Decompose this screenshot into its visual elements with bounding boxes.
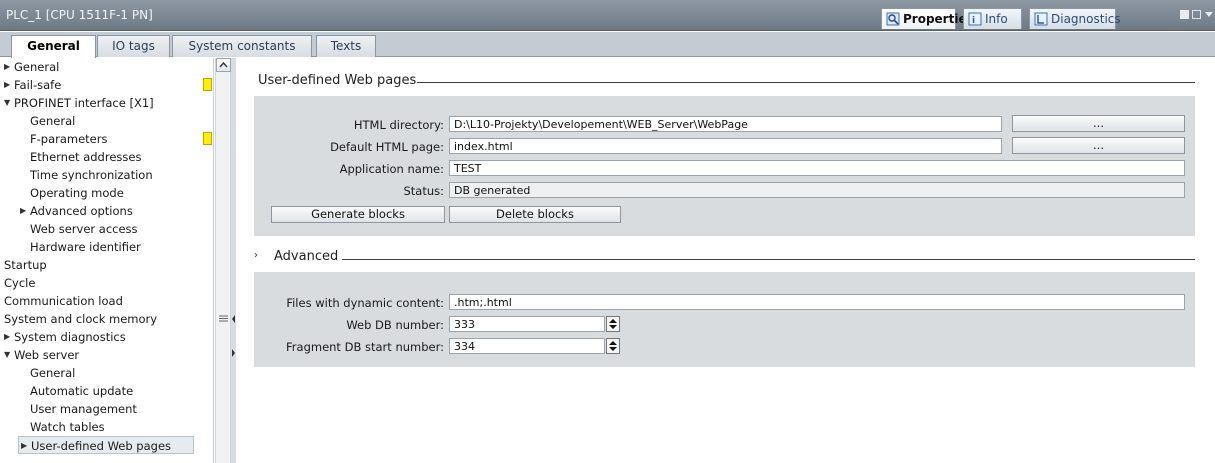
application-name-label: Application name:	[339, 162, 444, 176]
subtab-io-tags[interactable]: IO tags	[97, 35, 170, 57]
window-title: PLC_1 [CPU 1511F-1 PN]	[6, 8, 153, 22]
nav-item-watch-tables[interactable]: Watch tables	[30, 418, 105, 436]
fragment-db-start-input[interactable]	[449, 338, 605, 354]
web-db-number-label: Web DB number:	[346, 318, 444, 332]
nav-item-time-synchronization[interactable]: Time synchronization	[30, 166, 153, 184]
collapse-arrow-icon: ▼	[4, 350, 11, 359]
tab-diagnostics[interactable]: Diagnostics	[1029, 8, 1121, 29]
properties-content: User-defined Web pages HTML directory: .…	[237, 58, 1215, 463]
application-name-input[interactable]	[449, 160, 1185, 176]
window-titlebar: PLC_1 [CPU 1511F-1 PN] Properties i Info…	[0, 0, 1215, 31]
collapse-left-icon[interactable]	[231, 314, 236, 324]
svg-text:i: i	[972, 16, 975, 26]
expand-right-icon[interactable]	[231, 348, 236, 358]
fragment-db-start-label: Fragment DB start number:	[286, 340, 444, 354]
stepper-arrows-icon	[609, 341, 617, 351]
nav-item-web-server-access[interactable]: Web server access	[30, 220, 138, 238]
advanced-expand-icon[interactable]: ›	[254, 250, 258, 261]
nav-item-communication-load[interactable]: Communication load	[4, 292, 123, 310]
expand-arrow-icon: ▶	[20, 206, 27, 215]
status-label: Status:	[403, 184, 444, 198]
subtab-strip: General IO tags System constants Texts	[0, 32, 1215, 58]
nav-item-label: System diagnostics	[14, 330, 126, 344]
section-title-advanced[interactable]: Advanced	[274, 249, 338, 264]
grip-icon[interactable]	[218, 314, 229, 323]
generate-blocks-button[interactable]: Generate blocks	[271, 206, 445, 223]
expand-arrow-icon: ▶	[4, 80, 11, 89]
nav-item-ethernet-addresses[interactable]: Ethernet addresses	[30, 148, 141, 166]
expand-arrow-icon: ▶	[4, 332, 11, 341]
html-directory-label: HTML directory:	[353, 118, 444, 132]
nav-item-f-parameters[interactable]: F-parameters	[30, 130, 107, 148]
maximize-icon[interactable]	[1192, 10, 1202, 19]
tab-diagnostics-label: Diagnostics	[1051, 12, 1121, 26]
nav-item-label: PROFINET interface [X1]	[14, 96, 154, 110]
default-html-page-label: Default HTML page:	[330, 140, 444, 154]
nav-item-system-clock-memory[interactable]: System and clock memory	[4, 310, 157, 328]
info-icon: i	[968, 12, 982, 26]
expand-arrow-icon: ▶	[4, 62, 11, 71]
scroll-up-button[interactable]	[216, 58, 231, 72]
subtab-texts[interactable]: Texts	[316, 35, 376, 57]
nav-item-label: Web server	[14, 348, 80, 362]
nav-item-label: General	[14, 60, 60, 74]
nav-scrollbar[interactable]	[215, 58, 231, 463]
chevron-up-icon	[219, 61, 228, 68]
section-title-user-defined-web-pages: User-defined Web pages	[258, 73, 417, 88]
tab-info[interactable]: i Info	[963, 8, 1022, 29]
collapse-arrow-icon: ▼	[4, 98, 11, 107]
tab-properties[interactable]: Properties	[881, 8, 974, 29]
restore-icon[interactable]	[1180, 10, 1190, 19]
default-html-page-input[interactable]	[449, 138, 1002, 154]
web-db-number-stepper[interactable]	[606, 316, 620, 332]
expand-arrow-icon: ▶	[21, 441, 28, 450]
stepper-arrows-icon	[609, 319, 617, 329]
nav-item-label: Fail-safe	[14, 78, 62, 92]
default-html-page-browse-button[interactable]: ...	[1012, 137, 1185, 154]
nav-item-automatic-update[interactable]: Automatic update	[30, 382, 133, 400]
fragment-db-start-stepper[interactable]	[606, 338, 620, 354]
chevron-down-icon[interactable]	[1204, 10, 1214, 19]
nav-item-label: Advanced options	[30, 204, 133, 218]
nav-item-hardware-identifier[interactable]: Hardware identifier	[30, 238, 141, 256]
navigation-tree: ▶ General ▶ Fail-safe ▼ PROFINET interfa…	[0, 58, 214, 463]
web-db-number-input[interactable]	[449, 316, 605, 332]
nav-item-profinet-general[interactable]: General	[30, 112, 75, 130]
subtab-system-constants[interactable]: System constants	[172, 35, 312, 57]
nav-item-user-management[interactable]: User management	[30, 400, 137, 418]
tab-info-label: Info	[985, 12, 1008, 26]
dynamic-content-label: Files with dynamic content:	[286, 296, 444, 310]
advanced-panel: Files with dynamic content: Web DB numbe…	[254, 272, 1195, 367]
section-divider	[417, 82, 1195, 83]
section-divider	[342, 259, 1195, 260]
subtab-general[interactable]: General	[11, 35, 96, 58]
web-pages-panel: HTML directory: ... Default HTML page: .…	[254, 96, 1195, 236]
pane-splitter[interactable]	[231, 58, 236, 463]
warning-flag-icon	[203, 132, 212, 145]
html-directory-input[interactable]	[449, 116, 1002, 132]
nav-item-operating-mode[interactable]: Operating mode	[30, 184, 124, 202]
nav-item-webserver-general[interactable]: General	[30, 364, 75, 382]
nav-item-startup[interactable]: Startup	[4, 256, 47, 274]
properties-icon	[886, 12, 900, 26]
nav-item-label: User-defined Web pages	[31, 439, 172, 453]
nav-item-cycle[interactable]: Cycle	[4, 274, 35, 292]
nav-item-user-defined-web-pages[interactable]: ▶ User-defined Web pages	[18, 436, 194, 454]
html-directory-browse-button[interactable]: ...	[1012, 115, 1185, 132]
diagnostics-icon	[1034, 12, 1048, 26]
delete-blocks-button[interactable]: Delete blocks	[449, 206, 621, 223]
warning-flag-icon	[203, 78, 212, 91]
status-value	[449, 182, 1185, 198]
dynamic-content-input[interactable]	[449, 294, 1185, 310]
